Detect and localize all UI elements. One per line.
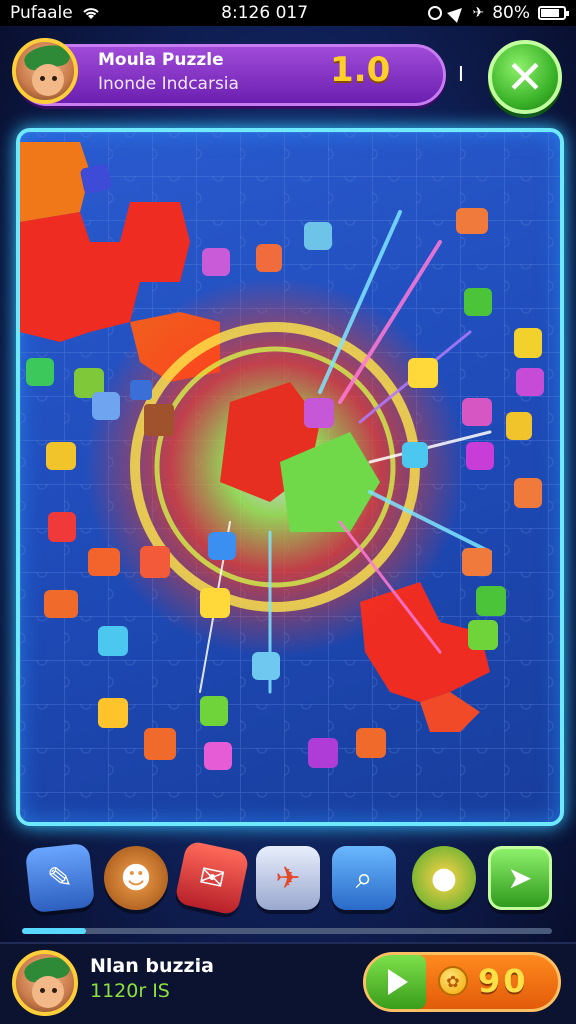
face [32, 976, 64, 1008]
envelope-icon: ✈ [275, 860, 301, 896]
coin-count: 90 [478, 962, 529, 1000]
rocket-icon: ➤ [507, 860, 533, 896]
coin-icon: ✿ [438, 966, 468, 996]
player-stat: 1120r IS [90, 980, 170, 1002]
wifi-icon [83, 8, 99, 19]
tool-rocket[interactable]: ➤ [488, 846, 552, 910]
footer-avatar[interactable] [12, 950, 78, 1016]
tool-tag[interactable]: ✉ [174, 840, 250, 916]
airplane-icon: ✈ [472, 5, 485, 21]
battery-percent: 80% [492, 3, 530, 23]
battery-icon [537, 6, 569, 20]
level-subtitle: Inonde Indcarsia [98, 74, 239, 94]
magnifier-icon: ⌕ [355, 860, 373, 896]
tool-mail[interactable]: ✈ [256, 846, 320, 910]
tool-hint-wand[interactable]: ✎ [24, 842, 96, 914]
eye-left [40, 76, 45, 81]
puzzle-board[interactable] [16, 128, 564, 826]
player-avatar[interactable] [12, 38, 78, 104]
puzzle-board-art[interactable] [20, 132, 560, 822]
face [32, 64, 64, 96]
tag-icon: ✉ [196, 858, 228, 898]
eye-right [52, 988, 57, 993]
play-button[interactable] [366, 955, 426, 1009]
clock: 8:126 017 [221, 3, 309, 23]
carrier-label: Pufaale [10, 3, 73, 23]
status-right: ✈ 80% [428, 3, 569, 23]
tool-sun[interactable]: ☻ [104, 846, 168, 910]
status-left: Pufaale [10, 3, 101, 23]
close-icon: ✕ [505, 50, 545, 104]
tool-magnifier[interactable]: ⌕ [332, 846, 396, 910]
tool-chick[interactable]: ● [412, 846, 476, 910]
chick-icon: ● [430, 860, 458, 896]
level-title: Moula Puzzle [98, 50, 224, 70]
progress-track [22, 928, 552, 934]
close-button[interactable]: ✕ [488, 40, 562, 114]
play-icon [388, 969, 408, 995]
eye-left [40, 988, 45, 993]
battery-fill [540, 9, 559, 17]
header-separator: I [458, 62, 464, 86]
status-bar: Pufaale 8:126 017 ✈ 80% [0, 0, 576, 26]
level-score: 1.0 [330, 50, 391, 90]
progress-fill [22, 928, 86, 934]
location-icon [447, 3, 468, 23]
game-screen: Pufaale 8:126 017 ✈ 80% Moula Puzzle Ino… [0, 0, 576, 1024]
eye-right [52, 76, 57, 81]
lock-rotation-icon [428, 6, 443, 20]
sun-icon: ☻ [120, 860, 152, 896]
wand-icon: ✎ [45, 859, 75, 897]
player-name: Nlan buzzia [90, 955, 214, 977]
